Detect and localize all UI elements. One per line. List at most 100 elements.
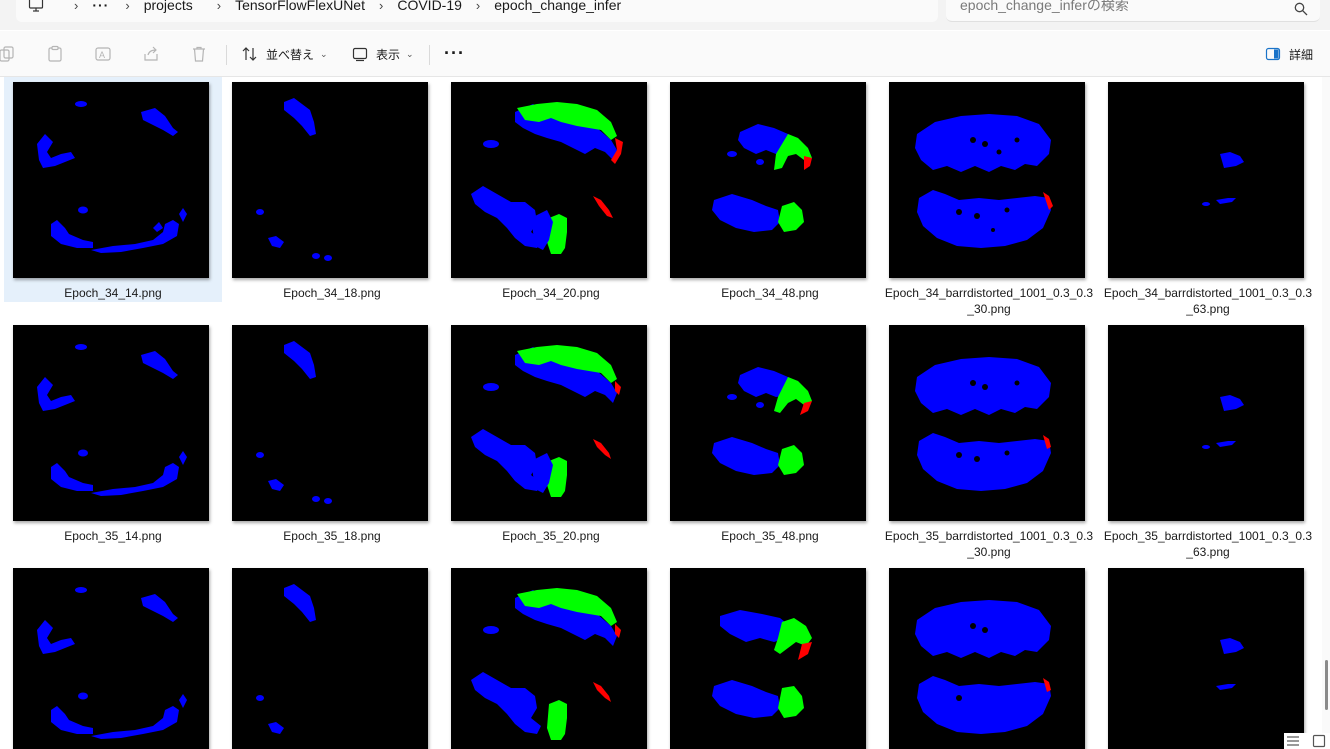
file-name: Epoch_35_48.png	[721, 529, 819, 543]
chevron-right-icon[interactable]: ›	[379, 0, 383, 13]
rename-icon[interactable]: A	[94, 45, 112, 63]
file-item[interactable]	[4, 563, 222, 749]
share-icon[interactable]	[142, 45, 160, 63]
file-name: Epoch_34_14.png	[64, 286, 162, 300]
chevron-right-icon[interactable]: ›	[125, 0, 129, 13]
file-item[interactable]: Epoch_34_48.png	[661, 77, 879, 302]
breadcrumb-item-epoch-change-infer[interactable]: epoch_change_infer	[494, 0, 621, 13]
details-label: 詳細	[1289, 47, 1314, 62]
file-thumbnail	[451, 325, 647, 521]
file-name: Epoch_35_barrdistorted_1001_0.3_0.3_63.p…	[1103, 529, 1313, 559]
file-thumbnail	[451, 82, 647, 278]
svg-text:A: A	[99, 50, 105, 60]
file-thumbnail	[889, 568, 1085, 749]
file-name: Epoch_34_48.png	[721, 286, 819, 300]
file-item[interactable]: Epoch_35_barrdistorted_1001_0.3_0.3_30.p…	[880, 320, 1098, 559]
file-grid: Epoch_34_14.png Epoch_34_18.png Epoch_34…	[0, 77, 1322, 749]
file-item[interactable]: Epoch_35_barrdistorted_1001_0.3_0.3_63.p…	[1099, 320, 1317, 559]
copy-icon[interactable]	[0, 45, 16, 63]
file-name: Epoch_35_18.png	[283, 529, 381, 543]
computer-icon[interactable]	[28, 0, 44, 13]
delete-icon[interactable]	[190, 45, 208, 63]
file-item[interactable]: Epoch_34_barrdistorted_1001_0.3_0.3_30.p…	[880, 77, 1098, 316]
address-bar-row: › ··· › projects › TensorFlowFlexUNet › …	[0, 0, 1330, 30]
file-thumbnail	[232, 325, 428, 521]
segmentation-image-icon	[256, 584, 316, 734]
paste-icon[interactable]	[46, 45, 64, 63]
segmentation-image-icon	[712, 610, 812, 718]
file-item[interactable]: Epoch_34_20.png	[442, 77, 660, 302]
scrollbar-thumb[interactable]	[1325, 660, 1328, 710]
file-item[interactable]: Epoch_34_barrdistorted_1001_0.3_0.3_63.p…	[1099, 77, 1317, 316]
file-name: Epoch_34_18.png	[283, 286, 381, 300]
details-button[interactable]: 詳細	[1265, 43, 1313, 65]
segmentation-image-icon	[471, 102, 623, 254]
file-name: Epoch_35_14.png	[64, 529, 162, 543]
file-item[interactable]	[442, 563, 660, 749]
segmentation-image-icon	[471, 588, 621, 740]
file-thumbnail	[670, 82, 866, 278]
file-item[interactable]: Epoch_35_20.png	[442, 320, 660, 545]
file-name: Epoch_35_20.png	[502, 529, 600, 543]
segmentation-image-icon	[256, 341, 332, 504]
segmentation-image-icon	[1216, 638, 1244, 690]
breadcrumb-item-tensorflowflexunet[interactable]: TensorFlowFlexUNet	[235, 0, 365, 13]
file-name: Epoch_34_20.png	[502, 286, 600, 300]
file-item[interactable]: Epoch_35_48.png	[661, 320, 879, 545]
chevron-right-icon[interactable]: ›	[476, 0, 480, 13]
segmentation-image-icon	[471, 345, 621, 497]
segmentation-image-icon	[915, 114, 1053, 248]
file-name: Epoch_34_barrdistorted_1001_0.3_0.3_30.p…	[884, 286, 1094, 316]
file-thumbnail	[13, 82, 209, 278]
separator	[226, 45, 227, 65]
file-name: Epoch_34_barrdistorted_1001_0.3_0.3_63.p…	[1103, 286, 1313, 316]
sort-label: 並べ替え	[266, 47, 315, 62]
chevron-down-icon: ⌄	[406, 48, 414, 59]
more-options-button[interactable]: ···	[444, 43, 465, 64]
file-thumbnail	[1108, 82, 1304, 278]
large-icons-view-icon[interactable]	[1312, 734, 1326, 748]
segmentation-image-icon	[256, 98, 332, 261]
file-item[interactable]	[661, 563, 879, 749]
segmentation-image-icon	[37, 101, 187, 253]
search-icon[interactable]	[1294, 2, 1308, 16]
breadcrumb-more-button[interactable]: ···	[92, 0, 109, 13]
file-thumbnail	[1108, 568, 1304, 749]
view-icon	[352, 47, 368, 62]
sort-button[interactable]: 並べ替え ⌄	[242, 43, 328, 65]
segmentation-image-icon	[712, 367, 812, 475]
chevron-right-icon[interactable]: ›	[217, 0, 221, 13]
sort-icon	[242, 47, 257, 61]
chevron-right-icon[interactable]: ›	[74, 0, 78, 13]
command-bar: A 並べ替え ⌄ 表示 ⌄ ··· 詳細	[0, 31, 1330, 77]
breadcrumb[interactable]: › ··· › projects › TensorFlowFlexUNet › …	[16, 0, 938, 22]
file-thumbnail	[670, 568, 866, 749]
file-item[interactable]: Epoch_34_14.png	[4, 77, 222, 302]
breadcrumb-item-covid-19[interactable]: COVID-19	[397, 0, 462, 13]
file-thumbnail	[670, 325, 866, 521]
search-box[interactable]	[946, 0, 1320, 22]
view-label: 表示	[376, 47, 401, 62]
file-thumbnail	[1108, 325, 1304, 521]
file-thumbnail	[13, 568, 209, 749]
file-thumbnail	[13, 325, 209, 521]
details-pane-icon	[1265, 47, 1281, 61]
breadcrumb-item-projects[interactable]: projects	[144, 0, 193, 13]
segmentation-image-icon	[712, 124, 812, 232]
file-item[interactable]	[880, 563, 1098, 749]
file-item[interactable]: Epoch_35_14.png	[4, 320, 222, 545]
segmentation-image-icon	[1202, 152, 1244, 206]
file-item[interactable]: Epoch_35_18.png	[223, 320, 441, 545]
segmentation-image-icon	[37, 344, 187, 496]
segmentation-image-icon	[915, 600, 1051, 734]
vertical-scrollbar[interactable]	[1322, 77, 1330, 749]
details-view-icon[interactable]	[1286, 734, 1300, 748]
file-item[interactable]: Epoch_34_18.png	[223, 77, 441, 302]
file-item[interactable]	[223, 563, 441, 749]
file-thumbnail	[889, 325, 1085, 521]
view-button[interactable]: 表示 ⌄	[352, 43, 414, 65]
segmentation-image-icon	[37, 587, 187, 739]
file-thumbnail	[232, 82, 428, 278]
file-item[interactable]	[1099, 563, 1317, 749]
search-input[interactable]	[960, 0, 1280, 13]
